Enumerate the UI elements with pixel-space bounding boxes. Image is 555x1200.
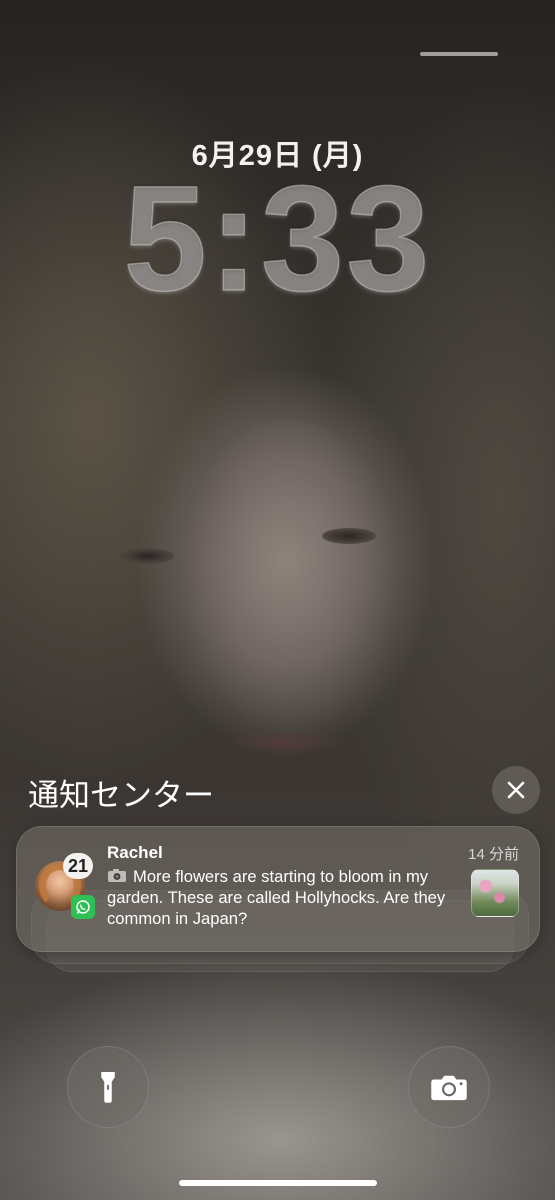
home-indicator[interactable] xyxy=(179,1180,377,1186)
notification-center-title: 通知センター xyxy=(28,778,214,813)
wallpaper-mouth xyxy=(225,730,345,756)
notification-message-text: More flowers are starting to bloom in my… xyxy=(107,867,446,928)
flashlight-button[interactable] xyxy=(67,1046,149,1128)
close-icon xyxy=(507,781,525,799)
camera-button[interactable] xyxy=(408,1046,490,1128)
flashlight-icon xyxy=(101,1072,115,1103)
notification-image-thumbnail xyxy=(471,869,519,917)
whatsapp-icon xyxy=(71,895,95,919)
wallpaper-eye-right xyxy=(322,528,376,544)
notification-card[interactable]: 21 Rachel 14 分前 More flowers are startin… xyxy=(16,826,540,952)
notification-sender: Rachel xyxy=(107,843,163,862)
camera-icon xyxy=(431,1075,467,1101)
wallpaper-face xyxy=(180,420,400,740)
control-center-indicator[interactable] xyxy=(420,52,498,56)
wallpaper-eye-left xyxy=(120,548,174,564)
notification-count-badge: 21 xyxy=(63,853,93,879)
notification-message: More flowers are starting to bloom in my… xyxy=(107,866,457,929)
clear-notifications-button[interactable] xyxy=(492,766,540,814)
camera-emoji-icon xyxy=(108,869,126,882)
lockscreen-time: 5:33 xyxy=(123,154,432,322)
notification-timestamp: 14 分前 xyxy=(468,846,519,863)
